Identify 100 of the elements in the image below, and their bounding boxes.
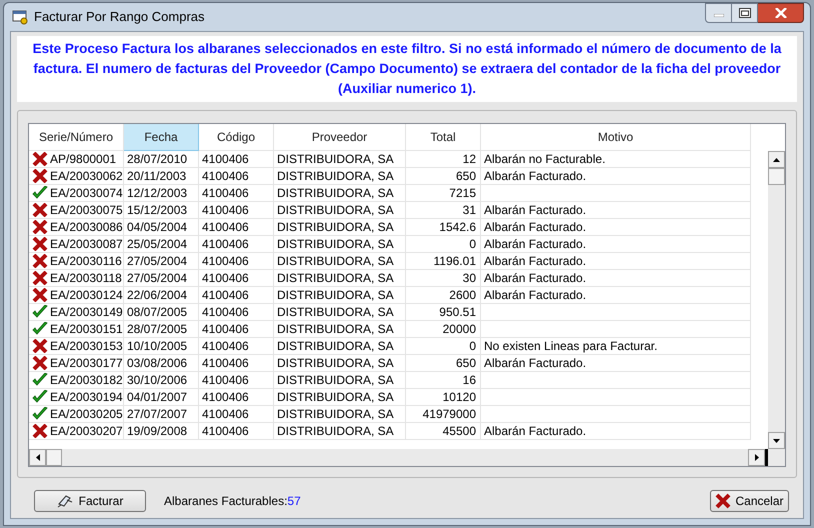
table-cell: Albarán Facturado.	[481, 355, 751, 372]
table-cell: EA/20030118	[50, 270, 122, 286]
close-button[interactable]	[758, 3, 804, 23]
table-cell: 12/12/2003	[124, 185, 199, 202]
table-cell: EA/20030086	[50, 219, 123, 235]
table-cell: DISTRIBUIDORA, SA	[274, 321, 406, 338]
maximize-button[interactable]	[732, 3, 758, 23]
close-icon	[774, 8, 786, 18]
table-cell: 7215	[406, 185, 481, 202]
table-cell: 4100406	[199, 287, 274, 304]
table-cell: 45500	[406, 423, 481, 440]
table-cell: 650	[406, 355, 481, 372]
table-cell: DISTRIBUIDORA, SA	[274, 389, 406, 406]
column-header[interactable]: Total	[406, 124, 481, 151]
horizontal-scrollbar[interactable]	[29, 449, 785, 466]
table-cell: 1542.6	[406, 219, 481, 236]
table-cell: EA/20030124	[50, 287, 123, 303]
table-cell: DISTRIBUIDORA, SA	[274, 270, 406, 287]
table-cell: 28/07/2010	[124, 151, 199, 168]
scroll-right-button[interactable]	[748, 449, 765, 466]
cancel-button[interactable]: Cancelar	[710, 490, 789, 512]
column-header[interactable]: Serie/Número	[29, 124, 124, 151]
table-cell: 20/11/2003	[124, 168, 199, 185]
table-cell: EA/20030182	[50, 372, 123, 388]
table-cell: 4100406	[199, 168, 274, 185]
table-cell: EA/20030075	[50, 202, 123, 218]
table-cell: Albarán Facturado.	[481, 168, 751, 185]
table-cell: 4100406	[199, 338, 274, 355]
table-cell: 0	[406, 236, 481, 253]
table-cell: 4100406	[199, 202, 274, 219]
table-cell: 4100406	[199, 372, 274, 389]
up-arrow-icon	[773, 158, 780, 162]
table-cell: 16	[406, 372, 481, 389]
table-cell: 19/09/2008	[124, 423, 199, 440]
scroll-up-button[interactable]	[768, 151, 785, 168]
column-header[interactable]: Motivo	[481, 124, 751, 151]
table-cell: No existen Lineas para Facturar.	[481, 338, 751, 355]
minimize-button[interactable]	[705, 3, 732, 23]
table-cell: Albarán Facturado.	[481, 236, 751, 253]
table-cell: 1196.01	[406, 253, 481, 270]
table-cell: DISTRIBUIDORA, SA	[274, 185, 406, 202]
column-header[interactable]: Proveedor	[274, 124, 406, 151]
table-cell: 15/12/2003	[124, 202, 199, 219]
column-header[interactable]: Código	[199, 124, 274, 151]
table-cell: EA/20030194	[50, 389, 123, 405]
scroll-thumb[interactable]	[46, 449, 62, 466]
table-cell: 27/05/2004	[124, 270, 199, 287]
table-cell: 28/07/2005	[124, 321, 199, 338]
table-cell: EA/20030062	[50, 168, 123, 184]
scroll-left-button[interactable]	[29, 449, 46, 466]
table-cell: DISTRIBUIDORA, SA	[274, 304, 406, 321]
invoice-button[interactable]: Facturar	[34, 490, 146, 512]
table-cell: EA/20030074	[50, 185, 123, 201]
table-cell: 4100406	[199, 355, 274, 372]
table-cell: 4100406	[199, 185, 274, 202]
left-arrow-icon	[36, 454, 40, 461]
right-arrow-icon	[754, 454, 758, 461]
table-cell: 04/05/2004	[124, 219, 199, 236]
table-cell: 27/05/2004	[124, 253, 199, 270]
table-cell: EA/20030151	[50, 321, 123, 337]
table-cell: DISTRIBUIDORA, SA	[274, 202, 406, 219]
table-cell: DISTRIBUIDORA, SA	[274, 219, 406, 236]
scroll-down-button[interactable]	[768, 432, 785, 449]
table-cell: 0	[406, 338, 481, 355]
count-value: 57	[287, 493, 301, 510]
table-cell: 4100406	[199, 236, 274, 253]
table-cell: 4100406	[199, 304, 274, 321]
table-cell: 4100406	[199, 219, 274, 236]
table-cell: EA/20030207	[50, 423, 123, 439]
window-icon	[12, 9, 28, 25]
count-label: Albaranes Facturables:	[164, 493, 288, 510]
table-cell: EA/20030087	[50, 236, 123, 252]
table-cell: DISTRIBUIDORA, SA	[274, 151, 406, 168]
table-cell: EA/20030177	[50, 355, 123, 371]
table-cell: 4100406	[199, 389, 274, 406]
info-text: Este Proceso Factura los albaranes seleccionados en este filtro. Si no está informado el número de documento de la factura. El numero de facturas del Proveedor (Campo Documento) se extraera del contador de la ficha del proveedor (Auxiliar numerico 1).	[32, 40, 782, 98]
table-cell: DISTRIBUIDORA, SA	[274, 372, 406, 389]
table-cell: 27/07/2007	[124, 406, 199, 423]
table-cell: Albarán no Facturable.	[481, 151, 751, 168]
table-cell: DISTRIBUIDORA, SA	[274, 423, 406, 440]
hand-pen-icon	[56, 494, 73, 508]
vertical-scrollbar[interactable]	[768, 151, 785, 449]
table-cell: EA/20030149	[50, 304, 123, 320]
maximize-icon	[738, 8, 750, 18]
table-cell: 22/06/2004	[124, 287, 199, 304]
column-header[interactable]: Fecha	[124, 124, 199, 151]
table-cell: 950.51	[406, 304, 481, 321]
table-cell: 4100406	[199, 151, 274, 168]
table-cell: Albarán Facturado.	[481, 202, 751, 219]
scroll-thumb[interactable]	[768, 168, 785, 185]
table-cell: AP/9800001	[50, 151, 116, 167]
table-cell: 4100406	[199, 270, 274, 287]
table-cell: Albarán Facturado.	[481, 423, 751, 440]
table-cell: 03/08/2006	[124, 355, 199, 372]
table-cell: DISTRIBUIDORA, SA	[274, 168, 406, 185]
table-cell: 4100406	[199, 423, 274, 440]
table-cell: 2600	[406, 287, 481, 304]
table-cell: Albarán Facturado.	[481, 270, 751, 287]
table-cell: 10120	[406, 389, 481, 406]
table-cell: 650	[406, 168, 481, 185]
